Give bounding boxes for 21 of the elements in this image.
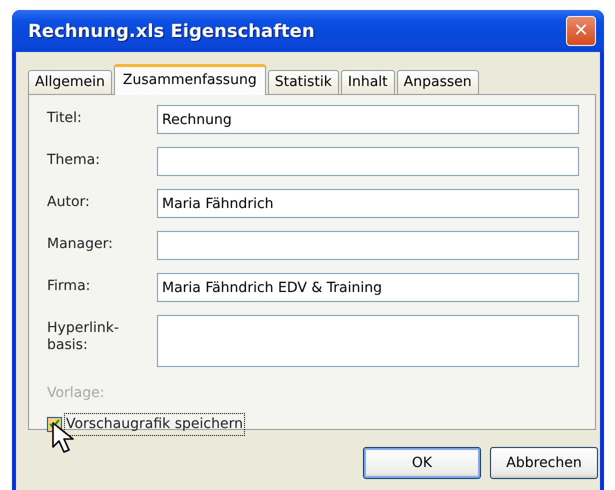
text-field[interactable] xyxy=(157,231,579,260)
field-label: Firma: xyxy=(47,277,92,295)
text-field[interactable] xyxy=(157,147,579,176)
field-label: Vorlage: xyxy=(47,384,106,402)
tab[interactable]: Anpassen xyxy=(396,70,479,94)
text-field[interactable]: Maria Fähndrich xyxy=(157,189,579,218)
field-label: Titel: xyxy=(47,109,83,127)
text-field[interactable]: Maria Fähndrich EDV & Training xyxy=(157,273,579,302)
field-label: Thema: xyxy=(47,151,101,169)
window-title: Rechnung.xls Eigenschaften xyxy=(28,20,315,44)
cancel-button[interactable]: Abbrechen xyxy=(490,447,598,479)
ok-button[interactable]: OK xyxy=(363,447,481,479)
tab[interactable]: Inhalt xyxy=(340,70,395,94)
field-label: Manager: xyxy=(47,235,114,253)
tab[interactable]: Allgemein xyxy=(28,70,112,94)
text-field[interactable]: Rechnung xyxy=(157,105,579,134)
tab[interactable]: Zusammenfassung xyxy=(114,64,266,95)
tab[interactable]: Statistik xyxy=(268,70,339,94)
field-label: Autor: xyxy=(47,193,91,211)
field-label: Hyperlink-basis: xyxy=(47,319,120,354)
text-field[interactable] xyxy=(157,315,579,367)
